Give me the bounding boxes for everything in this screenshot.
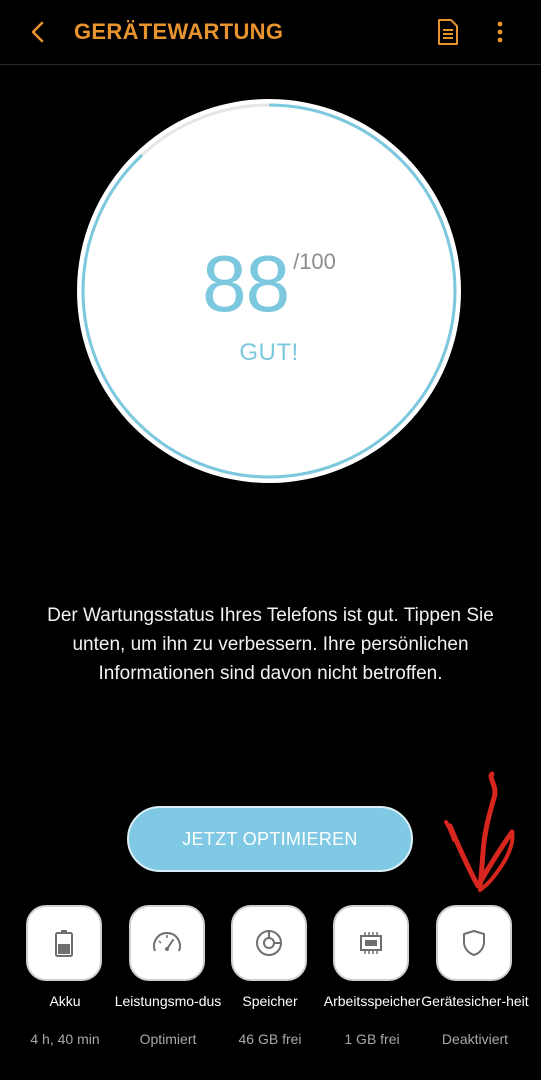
tile-performance-mode-button[interactable] [129,905,205,981]
tile-device-security[interactable]: Gerätesicher-heit Deaktiviert [421,905,529,1080]
storage-icon [256,930,282,956]
chevron-left-icon [31,21,44,43]
chip-icon [360,932,382,954]
tile-battery-label: Akku [49,993,81,1009]
score-gauge: 88/100 GUT! [74,96,464,486]
tile-battery[interactable]: Akku 4 h, 40 min [15,905,115,1080]
tile-storage-label: Speicher [242,993,298,1009]
tile-storage-value: 46 GB frei [238,1031,302,1047]
tile-memory-value: 1 GB frei [344,1031,400,1047]
red-arrow-annotation [440,768,530,903]
score-value: 88 [202,239,290,328]
tile-memory[interactable]: Arbeitsspeicher 1 GB frei [322,905,422,1080]
shield-icon [463,930,485,956]
document-icon [438,19,458,45]
more-vertical-icon [497,21,503,43]
report-button[interactable] [430,14,466,50]
tile-device-security-label: Gerätesicher-heit [421,993,529,1009]
optimize-now-button[interactable]: JETZT OPTIMIEREN [127,806,413,872]
score-readout: 88/100 [74,242,464,326]
tile-performance-mode[interactable]: Leistungsmo-dus Optimiert [115,905,221,1080]
tile-memory-button[interactable] [333,905,409,981]
battery-icon [55,930,73,957]
score-status: GUT! [239,339,299,366]
tile-device-security-button[interactable] [436,905,512,981]
speedometer-icon [153,932,181,952]
more-options-button[interactable] [484,14,516,50]
tile-storage-button[interactable] [231,905,307,981]
page-title: GERÄTEWARTUNG [74,19,284,44]
tile-battery-button[interactable] [26,905,102,981]
status-description: Der Wartungsstatus Ihres Telefons ist gu… [47,605,494,684]
tile-performance-mode-label: Leistungsmo-dus [114,993,222,1009]
tile-memory-label: Arbeitsspeicher [323,993,421,1009]
tile-device-security-value: Deaktiviert [441,1031,509,1047]
tile-storage[interactable]: Speicher 46 GB frei [220,905,320,1080]
back-button[interactable] [20,14,56,50]
score-max: /100 [293,249,336,274]
tile-battery-value: 4 h, 40 min [30,1031,100,1047]
app-bar: GERÄTEWARTUNG [0,0,541,65]
tile-performance-mode-value: Optimiert [139,1031,197,1047]
